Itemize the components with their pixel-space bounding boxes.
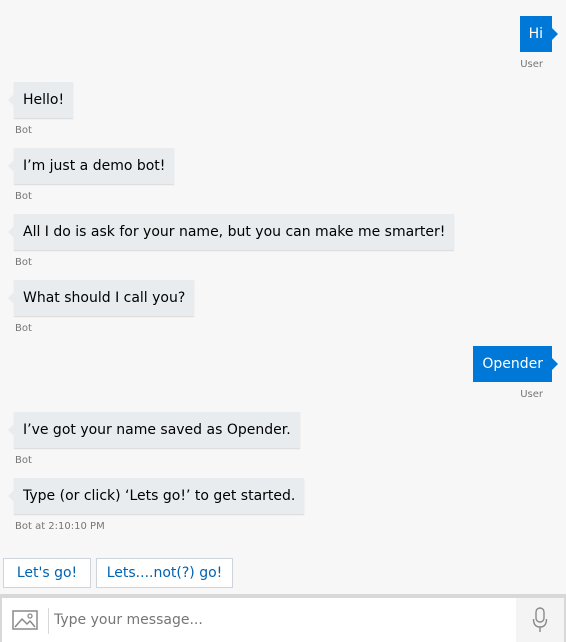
suggested-actions: Let's go! Lets....not(?) go! bbox=[0, 552, 566, 594]
user-message-bubble: Opender bbox=[473, 346, 558, 382]
message-input-bar bbox=[0, 594, 566, 642]
microphone-button[interactable] bbox=[516, 598, 564, 642]
message-sender-caption: Bot bbox=[15, 191, 32, 202]
chat-history: Hi User Hello! Bot I’m just a demo bot! … bbox=[0, 0, 566, 552]
bot-message-bubble: All I do is ask for your name, but you c… bbox=[7, 214, 455, 250]
message-timestamp-caption: Bot at 2:10:10 PM bbox=[15, 521, 105, 532]
upload-image-button[interactable] bbox=[2, 598, 48, 642]
bot-message-bubble: Type (or click) ‘Lets go!’ to get starte… bbox=[7, 478, 305, 514]
microphone-icon bbox=[532, 607, 548, 632]
message-sender-caption: User bbox=[520, 389, 543, 400]
bot-message-bubble: Hello! bbox=[7, 82, 74, 118]
lets-go-button[interactable]: Let's go! bbox=[3, 558, 91, 588]
bot-message-bubble: I’m just a demo bot! bbox=[7, 148, 175, 184]
message-input[interactable] bbox=[52, 604, 508, 636]
bot-message-bubble: I’ve got your name saved as Opender. bbox=[8, 412, 300, 448]
image-icon bbox=[12, 610, 38, 630]
bot-message-bubble: What should I call you? bbox=[7, 280, 195, 316]
user-message-bubble: Hi bbox=[519, 16, 559, 52]
message-sender-caption: User bbox=[520, 59, 543, 70]
message-sender-caption: Bot bbox=[15, 455, 32, 466]
message-sender-caption: Bot bbox=[15, 323, 32, 334]
lets-not-go-button[interactable]: Lets....not(?) go! bbox=[96, 558, 233, 588]
input-divider bbox=[48, 608, 49, 634]
message-sender-caption: Bot bbox=[15, 125, 32, 136]
message-sender-caption: Bot bbox=[15, 257, 32, 268]
